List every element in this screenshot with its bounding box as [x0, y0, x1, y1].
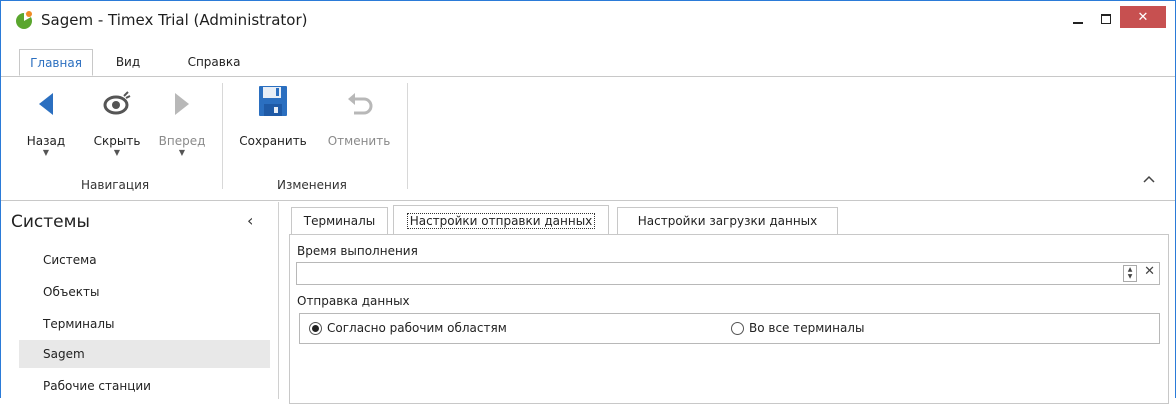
close-button[interactable]: ✕ — [1120, 6, 1166, 28]
nav-item-terminals[interactable]: Терминалы — [19, 310, 270, 338]
execution-time-input[interactable]: ▲ ▼ ✕ — [296, 262, 1160, 285]
nav-item-sagem[interactable]: Sagem — [19, 340, 270, 368]
hide-label: Скрыть — [93, 134, 141, 148]
group-label-navigation: Навигация — [81, 178, 150, 192]
tab-load-settings[interactable]: Настройки загрузки данных — [617, 207, 838, 234]
group-divider — [222, 83, 223, 189]
maximize-button[interactable] — [1088, 5, 1124, 33]
radio-unchecked-icon — [731, 321, 744, 335]
tab-send-settings-label: Настройки отправки данных — [406, 213, 596, 229]
save-label: Сохранить — [239, 134, 307, 148]
maximize-icon — [1101, 14, 1111, 24]
panel-title: Системы — [11, 212, 90, 232]
group-divider — [407, 83, 408, 189]
collapse-ribbon-icon[interactable] — [1142, 173, 1156, 185]
chevron-down-icon: ▼ — [42, 148, 50, 157]
clear-icon[interactable]: ✕ — [1144, 264, 1155, 279]
execution-time-label: Время выполнения — [297, 244, 418, 258]
undo-label: Отменить — [327, 134, 391, 148]
send-data-label: Отправка данных — [297, 294, 410, 308]
back-label: Назад — [26, 134, 66, 148]
main-content: Терминалы Настройки отправки данных Наст… — [289, 202, 1171, 404]
arrow-left-icon — [39, 93, 53, 115]
send-data-radio-group: Согласно рабочим областям Во все термина… — [299, 313, 1160, 344]
app-window: Sagem - Timex Trial (Administrator) ✕ Гл… — [0, 0, 1176, 404]
eye-icon — [103, 91, 131, 115]
radio-by-work-areas[interactable]: Согласно рабочим областям — [309, 321, 507, 335]
radio-all-terminals[interactable]: Во все терминалы — [731, 321, 864, 335]
close-icon: ✕ — [1137, 9, 1149, 25]
ribbon-tab-strip: Главная Вид Справка — [1, 49, 1175, 77]
radio-checked-icon — [309, 321, 322, 335]
nav-item-system[interactable]: Система — [19, 246, 270, 274]
tab-send-settings[interactable]: Настройки отправки данных — [393, 205, 609, 235]
radio-label: Во все терминалы — [749, 321, 865, 335]
tab-terminals[interactable]: Терминалы — [291, 207, 388, 234]
ribbon-tab-help[interactable]: Справка — [179, 49, 249, 76]
chevron-left-icon[interactable]: ‹ — [247, 211, 253, 230]
chevron-down-icon: ▼ — [113, 148, 121, 157]
title-bar: Sagem - Timex Trial (Administrator) ✕ — [1, 1, 1175, 45]
minimize-icon — [1073, 22, 1083, 24]
radio-label: Согласно рабочим областям — [327, 321, 507, 335]
floppy-disk-icon — [259, 86, 287, 116]
spin-updown-icon[interactable]: ▲ ▼ — [1123, 265, 1137, 282]
chevron-down-icon: ▼ — [178, 148, 186, 157]
app-logo-icon — [16, 11, 32, 29]
ribbon-tab-home[interactable]: Главная — [19, 49, 93, 76]
group-label-changes: Изменения — [277, 178, 347, 192]
arrow-right-icon — [175, 93, 189, 115]
ribbon-panel: Назад ▼ Скрыть ▼ Вперед ▼ Навигация Сохр… — [1, 77, 1175, 201]
window-title: Sagem - Timex Trial (Administrator) — [41, 11, 308, 29]
send-settings-page: Время выполнения ▲ ▼ ✕ Отправка данных Со… — [289, 234, 1169, 404]
nav-item-objects[interactable]: Объекты — [19, 278, 270, 306]
systems-panel: Системы ‹ Система Объекты Терминалы Sage… — [9, 202, 279, 399]
nav-item-workstations[interactable]: Рабочие станции — [19, 372, 270, 400]
forward-label: Вперед — [158, 134, 206, 148]
ribbon-tab-view[interactable]: Вид — [108, 49, 148, 76]
undo-icon — [348, 93, 373, 115]
